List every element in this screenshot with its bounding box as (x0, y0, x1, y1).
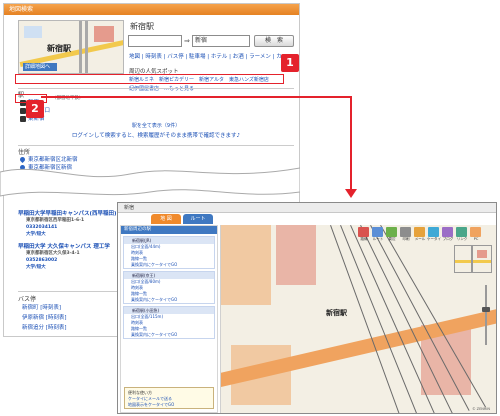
map-block (276, 225, 316, 285)
tab-route[interactable]: ルート (183, 214, 213, 224)
station-group: 新宿駅(小田急) 出口(全面/115m) 時刻表 路線一覧 乗換案内にケータイで… (123, 306, 215, 339)
torn-edge (0, 167, 300, 197)
tab-map[interactable]: 地 図 (151, 214, 181, 224)
nearby-icon[interactable] (386, 227, 397, 237)
tips-link[interactable]: 地図表示をケータイでGO (128, 402, 210, 408)
connector-line (350, 96, 352, 194)
to-input[interactable]: 新宿 (192, 35, 250, 47)
station-link[interactable]: 乗換案内にケータイでGO (124, 332, 214, 338)
map-tabs: 地 図 ルート (123, 214, 223, 224)
connector-line (41, 96, 351, 98)
login-note-link[interactable]: ログインして検索すると、検索履歴がそのまま携帯で確認できます♪ (18, 131, 294, 139)
station-link[interactable]: 乗換案内にケータイでGO (124, 297, 214, 303)
arrow-icon: ⇒ (184, 37, 190, 45)
station-title: 新宿駅 (130, 22, 154, 31)
map-detail-link[interactable]: 詳細地図へ (23, 63, 57, 71)
blog-icon[interactable] (442, 227, 453, 237)
route-icon[interactable] (358, 227, 369, 237)
step-badge-2: 2 (26, 100, 44, 118)
route-search-icon[interactable] (372, 227, 383, 237)
station-link[interactable]: 乗換案内にケータイでGO (124, 262, 214, 268)
station-group-title[interactable]: 新宿駅(JR) (124, 237, 214, 244)
pc-icon[interactable] (470, 227, 481, 237)
map-station-label: 新宿駅 (326, 309, 347, 317)
rail-line (360, 225, 454, 413)
thumbnail-map[interactable]: 新宿駅 詳細地図へ (18, 20, 124, 74)
map-window: 新宿 地 図 ルート 新宿周辺の駅 新宿駅(JR) 出口(全面/44m) 時刻表… (117, 202, 497, 414)
main-map[interactable]: 新宿駅 路線 ルート 周辺 印刷 メール ケータイ ブログ リンク PC © Z… (220, 225, 496, 413)
panel-header: 地図検索 (4, 4, 299, 15)
step-badge-1: 1 (281, 54, 299, 72)
from-input[interactable] (128, 35, 182, 47)
mobile-icon[interactable] (428, 227, 439, 237)
search-button[interactable]: 検 索 (254, 35, 294, 47)
map-window-title: 新宿 (118, 203, 496, 213)
overview-map[interactable] (454, 245, 492, 273)
map-toolbar: 路線 ルート 周辺 印刷 メール ケータイ ブログ リンク PC (358, 227, 490, 243)
highlight-box-1 (15, 74, 284, 84)
station-group: 新宿駅(京王) 出口(全面/80m) 時刻表 路線一覧 乗換案内にケータイでGO (123, 271, 215, 304)
arrow-down-icon (345, 189, 357, 198)
show-all-stations-link[interactable]: 駅を全て表示（9件） (18, 122, 294, 129)
station-group-title[interactable]: 新宿駅(小田急) (124, 307, 214, 314)
station-sidebar: 新宿周辺の駅 新宿駅(JR) 出口(全面/44m) 時刻表 路線一覧 乗換案内に… (120, 225, 218, 413)
thumbnail-map-label: 新宿駅 (47, 44, 71, 53)
map-block (221, 225, 271, 305)
tips-box: 便利な使い方 ケータイにメールで送る 地図表示をケータイでGO (124, 387, 214, 409)
station-group: 新宿駅(JR) 出口(全面/44m) 時刻表 路線一覧 乗換案内にケータイでGO (123, 236, 215, 269)
copyright: © ZENRIN (472, 407, 490, 411)
search-area: 新宿駅 詳細地図へ 新宿駅 ⇒ 新宿 検 索 地図 | 時刻表 | バス停 | … (4, 15, 299, 92)
category-links[interactable]: 地図 | 時刻表 | バス停 | 駐車場 | ホテル | お酒 | ラーメン |… (129, 52, 293, 60)
link-icon[interactable] (456, 227, 467, 237)
zoom-slider[interactable] (482, 285, 490, 345)
print-icon[interactable] (400, 227, 411, 237)
rail-line (340, 225, 420, 413)
sidebar-head: 新宿周辺の駅 (121, 226, 217, 234)
station-group-title[interactable]: 新宿駅(京王) (124, 272, 214, 279)
search-row: ⇒ 新宿 検 索 (128, 35, 296, 47)
zoom-handle[interactable] (482, 307, 490, 312)
screenshot-stage: 地図検索 新宿駅 詳細地図へ 新宿駅 ⇒ 新宿 検 索 地図 | 時刻表 | バ… (0, 0, 500, 416)
mail-icon[interactable] (414, 227, 425, 237)
